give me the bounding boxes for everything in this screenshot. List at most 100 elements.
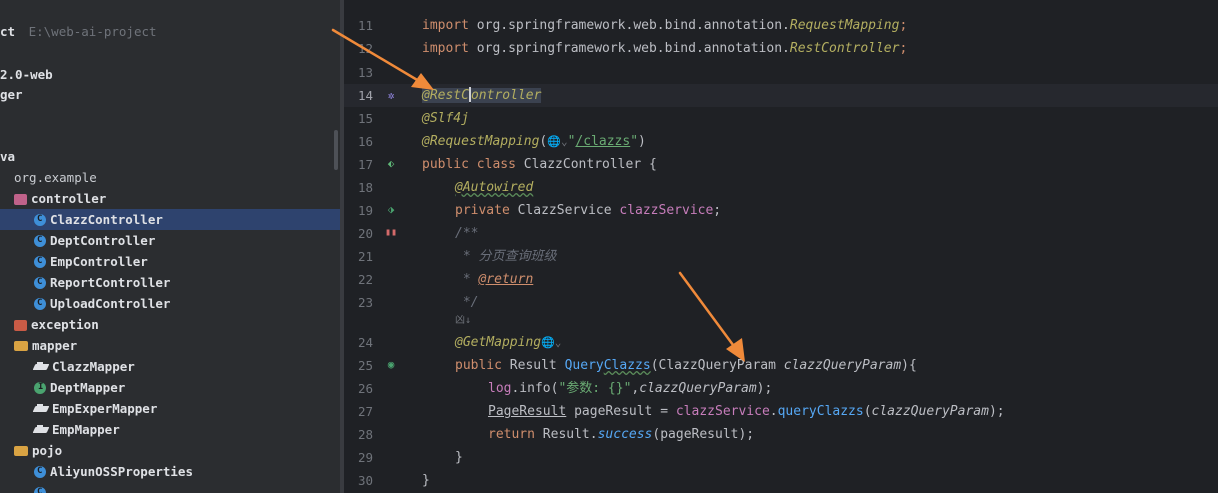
variable: pageResult = [566, 404, 676, 419]
paren: ); [756, 381, 773, 396]
tree-item-dept-mapper[interactable]: DeptMapper [0, 377, 340, 398]
doc-comment: * [455, 272, 479, 287]
tree-item-controller[interactable]: controller [0, 188, 340, 209]
code-line-current: @RestC ontroller [422, 84, 542, 107]
method-name: queryClazzs [777, 404, 864, 419]
tree-item-aliyun-oss-properties[interactable]: AliyunOSSProperties [0, 461, 340, 482]
paren: ); [988, 404, 1005, 419]
doc-comment: * 分页查询班级 [455, 249, 557, 264]
chevron-down-icon[interactable]: ⌄ [555, 336, 562, 349]
brace: } [455, 450, 463, 465]
globe-icon[interactable]: 🌐 [547, 135, 561, 148]
annotation: @GetMapping [455, 335, 542, 350]
tree-item-emp-exper-mapper[interactable]: EmpExperMapper [0, 398, 340, 419]
dot: . [769, 404, 778, 419]
tree-item-upload-controller[interactable]: UploadController [0, 293, 340, 314]
tree-item-clazz-mapper[interactable]: ClazzMapper [0, 356, 340, 377]
code-line: public Result QueryClazzs(ClazzQueryPara… [455, 354, 917, 377]
project-path: E:\web-ai-project [28, 24, 157, 39]
line-number: 16 [358, 134, 374, 149]
code-line: @GetMapping🌐⌄ [455, 331, 561, 354]
package-path: org.springframework.web.bind.annotation. [468, 41, 790, 56]
tree-item-pojo[interactable]: pojo [0, 440, 340, 461]
code-editor[interactable]: 11 12 13 14 ✲ 15 16 17 ⬖ 18 19 ⬗ 20 ▮▮ 2… [344, 0, 1218, 493]
line-number: 11 [358, 18, 374, 33]
tree-item-label: EmpMapper [52, 422, 120, 437]
brace: } [422, 473, 430, 488]
imported-class: RestController [789, 41, 900, 56]
semicolon: ; [713, 203, 722, 218]
sidebar-scrollbar[interactable] [334, 130, 338, 170]
line-number: 30 [358, 473, 374, 488]
class-icon [34, 209, 46, 230]
spring-bean-icon[interactable]: ✲ [384, 89, 398, 103]
tree-item-label: ClazzMapper [52, 359, 135, 374]
tree-item-clazz-controller[interactable]: ClazzController [0, 209, 340, 230]
tree-item-exception[interactable]: exception [0, 314, 340, 335]
tree-item-ger[interactable]: ger [0, 84, 340, 105]
code-line: /** [455, 222, 478, 245]
line-number: 12 [358, 41, 374, 56]
field-name: clazzService [675, 404, 770, 419]
bean-gutter-icon[interactable]: ⬖ [384, 157, 398, 171]
method-name: success [597, 427, 653, 442]
inlay-hint[interactable]: 凶↓ [455, 309, 471, 332]
code-line: @RequestMapping(🌐⌄"/clazzs") [422, 130, 646, 153]
tree-item-label: UploadController [50, 296, 171, 311]
line-number: 27 [358, 404, 374, 419]
line-number: 23 [358, 295, 374, 310]
code-line: @Autowired [455, 176, 533, 199]
tree-item-label: ReportController [50, 275, 171, 290]
mapper-icon [34, 425, 48, 435]
doc-gutter-icon[interactable]: ▮▮ [384, 226, 398, 240]
method-name: Query [564, 358, 604, 373]
folder-icon [14, 341, 28, 351]
folder-icon [14, 446, 28, 456]
tree-item-label: AliyunOSSProperties [50, 464, 193, 479]
line-number: 15 [358, 111, 374, 126]
tree-item-mapper[interactable]: mapper [0, 335, 340, 356]
url-path-string[interactable]: /clazzs [575, 134, 630, 149]
package-icon [14, 320, 27, 331]
tree-item-dept-controller[interactable]: DeptController [0, 230, 340, 251]
type-name: Result [509, 358, 565, 373]
keyword: public class [422, 157, 524, 172]
tree-item-report-controller[interactable]: ReportController [0, 272, 340, 293]
param-name: clazzQueryParam [783, 358, 902, 373]
field-name: log [488, 381, 512, 396]
paren: ( [863, 404, 872, 419]
tree-item-java[interactable]: va [0, 146, 340, 167]
line-number: 28 [358, 427, 374, 442]
code-line: * @return [455, 268, 533, 291]
tree-item-label: exception [31, 317, 99, 332]
tree-item-label: va [0, 149, 16, 164]
code-line: * 分页查询班级 [455, 245, 557, 268]
class-icon [34, 230, 46, 251]
code-line: private ClazzService clazzService; [455, 199, 721, 222]
code-line: return Result.success(pageResult); [488, 423, 754, 446]
chevron-down-icon[interactable]: ⌄ [561, 135, 568, 148]
autowired-gutter-icon[interactable]: ⬗ [384, 203, 398, 217]
string-quote: " [630, 134, 639, 149]
line-number: 24 [358, 335, 374, 350]
globe-icon[interactable]: 🌐 [541, 336, 555, 349]
mapper-icon [34, 362, 48, 372]
tree-item-label: ClazzController [50, 212, 163, 227]
code-area[interactable]: import org.springframework.web.bind.anno… [410, 0, 1218, 493]
param-name: clazzQueryParam [871, 404, 989, 419]
annotation: @Slf4j [422, 111, 469, 126]
endpoint-gutter-icon[interactable]: ◉ [384, 358, 398, 372]
tree-item-org-example[interactable]: org.example [0, 167, 340, 188]
code-line: import org.springframework.web.bind.anno… [422, 37, 907, 60]
tree-item-version[interactable]: 2.0-web [0, 64, 340, 85]
keyword: import [422, 18, 469, 33]
keyword: import [422, 41, 469, 56]
project-root[interactable]: ct E:\web-ai-project [0, 21, 340, 42]
tree-item-emp-mapper[interactable]: EmpMapper [0, 419, 340, 440]
param-type: ClazzQueryParam [658, 358, 784, 373]
line-number: 21 [358, 249, 374, 264]
paren: ){ [901, 358, 917, 373]
class-icon [34, 482, 46, 493]
tree-item-emp-controller[interactable]: EmpController [0, 251, 340, 272]
tree-item-partial[interactable] [0, 482, 340, 493]
